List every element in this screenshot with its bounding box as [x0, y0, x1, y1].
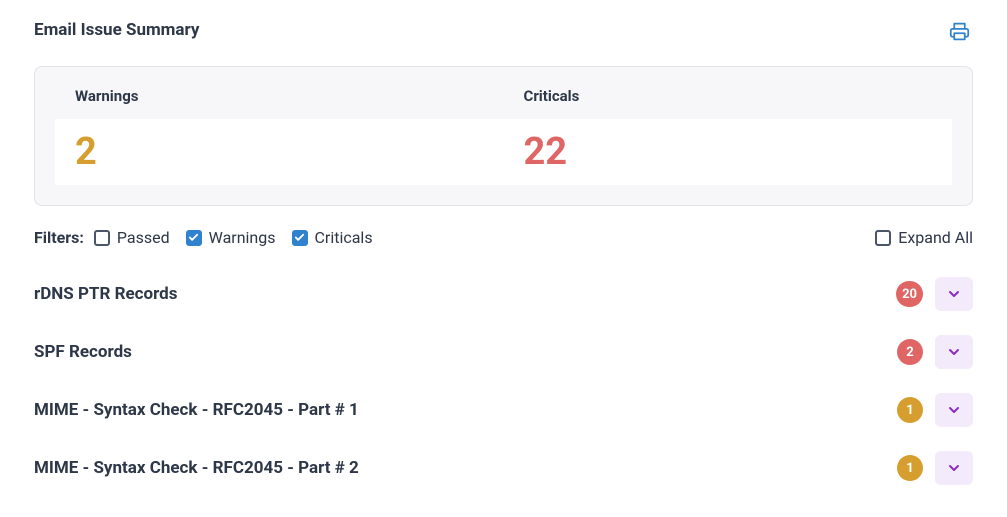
checkbox-icon	[292, 230, 308, 246]
expand-all[interactable]: Expand All	[875, 228, 973, 247]
filter-warnings[interactable]: Warnings	[186, 228, 276, 247]
issue-row: rDNS PTR Records20	[34, 265, 973, 323]
expand-all-label: Expand All	[898, 228, 973, 247]
expand-button[interactable]	[935, 451, 973, 485]
issue-row: MIME - Syntax Check - RFC2045 - Part # 2…	[34, 439, 973, 497]
expand-button[interactable]	[935, 335, 973, 369]
checkbox-icon	[94, 230, 110, 246]
chevron-down-icon	[946, 286, 962, 302]
expand-button[interactable]	[935, 277, 973, 311]
expand-button[interactable]	[935, 393, 973, 427]
page-title: Email Issue Summary	[34, 20, 199, 40]
chevron-down-icon	[946, 460, 962, 476]
warnings-count: 2	[75, 130, 97, 174]
print-icon[interactable]	[949, 21, 970, 46]
checkbox-icon	[186, 230, 202, 246]
filter-criticals[interactable]: Criticals	[292, 228, 373, 247]
filter-passed[interactable]: Passed	[94, 228, 170, 247]
count-badge: 1	[897, 397, 923, 423]
count-badge: 20	[896, 281, 923, 307]
issue-title: MIME - Syntax Check - RFC2045 - Part # 1	[34, 400, 897, 420]
summary-card: Warnings Criticals 2 22	[34, 66, 973, 206]
chevron-down-icon	[946, 402, 962, 418]
issue-list: rDNS PTR Records20SPF Records2MIME - Syn…	[34, 265, 973, 497]
filter-criticals-label: Criticals	[315, 228, 373, 247]
checkbox-icon	[875, 230, 891, 246]
issue-title: SPF Records	[34, 342, 897, 362]
issue-title: rDNS PTR Records	[34, 284, 896, 304]
criticals-count: 22	[524, 130, 568, 174]
issue-row: MIME - Syntax Check - RFC2045 - Part # 1…	[34, 381, 973, 439]
chevron-down-icon	[946, 344, 962, 360]
issue-row: SPF Records2	[34, 323, 973, 381]
criticals-label: Criticals	[524, 87, 953, 105]
filters-label: Filters:	[34, 228, 84, 247]
count-badge: 1	[897, 455, 923, 481]
count-badge: 2	[897, 339, 923, 365]
issue-title: MIME - Syntax Check - RFC2045 - Part # 2	[34, 458, 897, 478]
filter-passed-label: Passed	[117, 228, 170, 247]
filters-row: Filters: Passed Warnings Criticals Expa	[34, 228, 973, 247]
filter-warnings-label: Warnings	[209, 228, 276, 247]
warnings-label: Warnings	[75, 87, 504, 105]
